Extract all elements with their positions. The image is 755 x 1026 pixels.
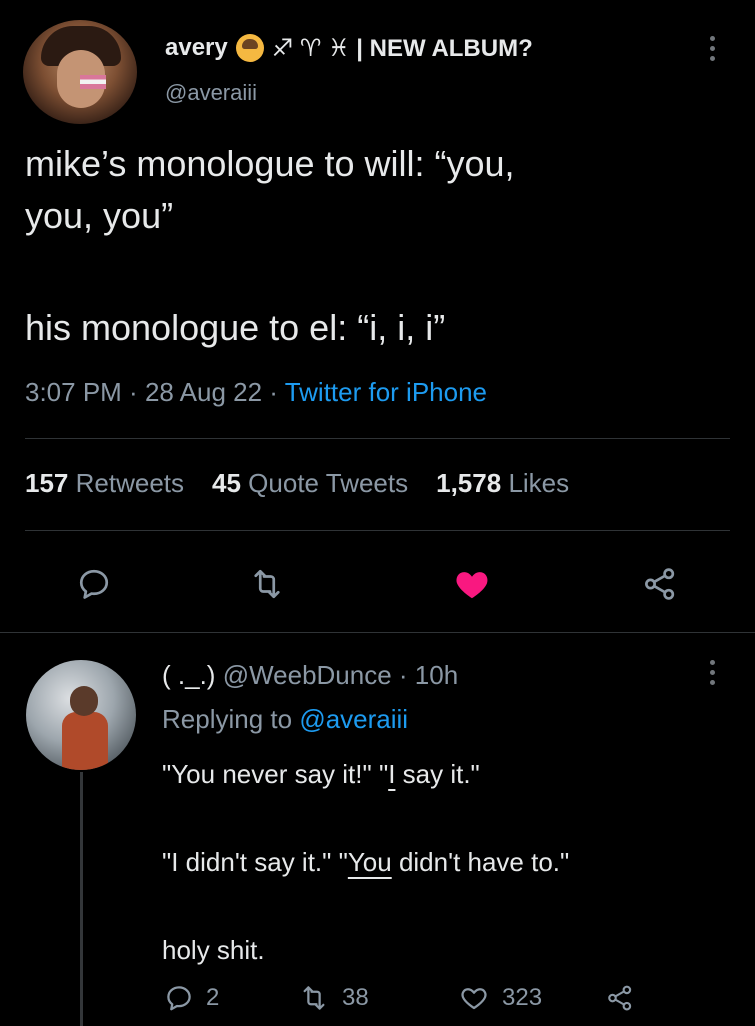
retweet-icon xyxy=(303,986,325,1010)
reply-display-name[interactable]: ( ._.) xyxy=(162,660,215,690)
tweet-text: mike’s monologue to will: “you, you, you… xyxy=(25,138,725,354)
heart-outline-icon xyxy=(461,988,487,1010)
replying-to: Replying to @averaiii xyxy=(162,704,409,734)
author-avatar[interactable] xyxy=(23,20,137,124)
tweet-time[interactable]: 3:07 PM xyxy=(25,377,122,407)
reply-text: "You never say it!" "I say it." "I didn'… xyxy=(162,752,732,972)
retweets-stat[interactable]: 157 Retweets xyxy=(25,468,184,499)
reply-more-options-icon[interactable] xyxy=(709,660,715,685)
retweet-icon xyxy=(254,569,280,599)
reply-icon xyxy=(167,986,191,1011)
reply-text-line: holy shit. xyxy=(162,935,265,965)
tweet-stats: 157 Retweets 45 Quote Tweets 1,578 Likes xyxy=(25,468,569,499)
divider xyxy=(25,438,730,439)
heart-filled-icon xyxy=(456,572,488,599)
reply-button[interactable] xyxy=(70,560,118,608)
tweet-source-link[interactable]: Twitter for iPhone xyxy=(285,377,487,407)
retweet-button[interactable] xyxy=(243,560,291,608)
like-count: 323 xyxy=(502,984,543,1011)
reply-like-button[interactable]: 323 xyxy=(458,978,542,1018)
retweet-count: 38 xyxy=(342,984,369,1011)
reply-retweet-button[interactable]: 38 xyxy=(298,978,369,1018)
person-with-bun-emoji-icon xyxy=(235,34,264,62)
tweet-date[interactable]: 28 Aug 22 xyxy=(145,377,262,407)
divider xyxy=(25,530,730,531)
reply-time[interactable]: 10h xyxy=(415,660,458,690)
share-button[interactable] xyxy=(636,560,684,608)
thread-line xyxy=(80,772,83,1026)
tweet-text-line: his monologue to el: “i, i, i” xyxy=(25,307,446,348)
share-icon xyxy=(608,985,632,1011)
reply-share-button[interactable] xyxy=(604,978,636,1018)
tweet-detail-page: avery ♐ ♈ ♓ | NEW ALBUM? @averaiii mike’… xyxy=(0,0,755,1026)
reply-icon xyxy=(79,569,109,599)
reply-text-line: "I didn't say it." "You didn't have to." xyxy=(162,847,570,877)
replying-to-handle-link[interactable]: @averaiii xyxy=(299,704,408,734)
share-icon xyxy=(645,568,675,600)
tweet-text-line: you, you” xyxy=(25,195,174,236)
reply-author-avatar[interactable] xyxy=(26,660,136,770)
tweet-text-line: mike’s monologue to will: “you, xyxy=(25,143,515,184)
reply-action-bar: 2 38 323 xyxy=(160,978,680,1018)
likes-stat[interactable]: 1,578 Likes xyxy=(436,468,569,499)
reply-handle[interactable]: @WeebDunce xyxy=(223,660,392,690)
author-name-row[interactable]: avery ♐ ♈ ♓ | NEW ALBUM? xyxy=(165,30,533,66)
tweet-meta: 3:07 PM · 28 Aug 22 · Twitter for iPhone xyxy=(25,377,488,407)
author-name-suffix[interactable]: ♐ ♈ ♓ | NEW ALBUM? xyxy=(272,34,533,63)
reply-reply-button[interactable]: 2 xyxy=(164,978,219,1018)
divider xyxy=(0,632,755,633)
like-button[interactable] xyxy=(448,560,496,608)
quote-tweets-stat[interactable]: 45 Quote Tweets xyxy=(212,468,408,499)
author-display-name[interactable]: avery xyxy=(165,34,228,62)
tweet-action-bar xyxy=(0,560,755,608)
author-handle[interactable]: @averaiii xyxy=(165,80,257,106)
reply-header: ( ._.) @WeebDunce · 10h xyxy=(162,660,459,690)
reply-count: 2 xyxy=(206,984,220,1011)
reply-text-line: "You never say it!" "I say it." xyxy=(162,759,480,789)
more-options-icon[interactable] xyxy=(709,36,715,61)
